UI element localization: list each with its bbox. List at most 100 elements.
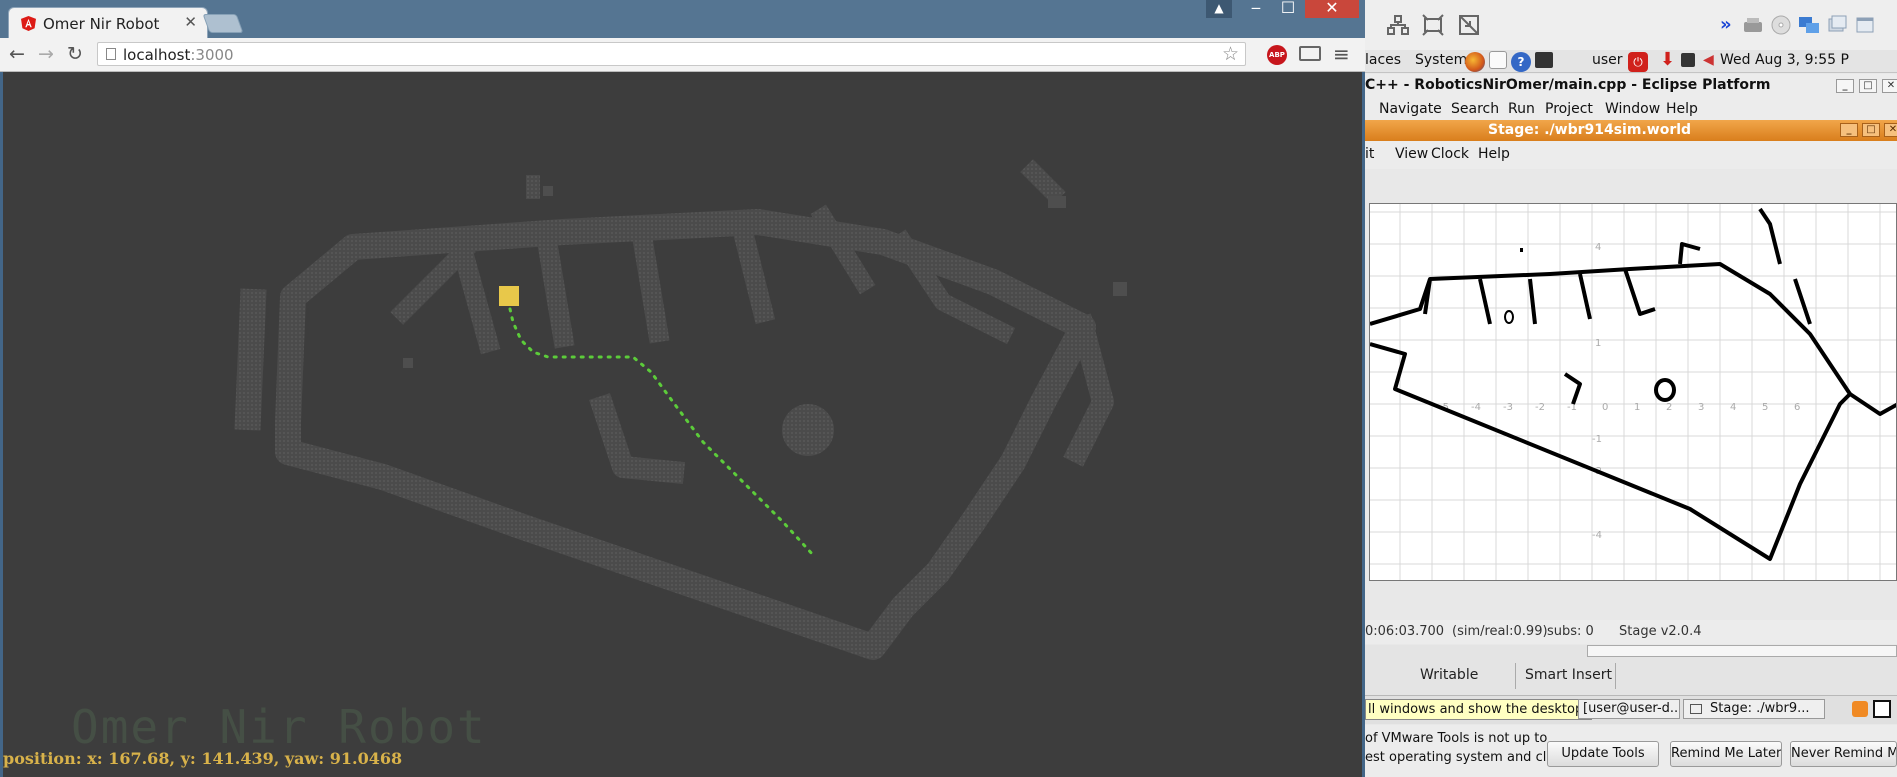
adblock-plus-icon[interactable]: ABP	[1267, 45, 1287, 65]
show-desktop-icon[interactable]	[1873, 700, 1891, 718]
y-tick-label: 4	[1595, 242, 1601, 253]
remind-later-button[interactable]: Remind Me Later	[1670, 741, 1782, 767]
stage-menu-clock[interactable]: Clock	[1431, 146, 1469, 162]
y-tick-label: -1	[1592, 434, 1602, 445]
profile-icon[interactable]: ▲	[1206, 0, 1232, 18]
menu-navigate[interactable]: Navigate	[1379, 101, 1442, 117]
vmware-message-line2: est operating system and click	[1365, 750, 1565, 765]
stage-version: Stage v2.0.4	[1619, 624, 1702, 639]
browser-toolbar: ← → ↻ localhost:3000 ☆ ABP ≡	[0, 38, 1365, 72]
menu-help[interactable]: Help	[1666, 101, 1698, 117]
status-insert-mode: Smart Insert	[1525, 667, 1612, 683]
chrome-menu-icon[interactable]: ≡	[1333, 42, 1350, 66]
eclipse-close-button[interactable]: ✕	[1882, 79, 1897, 93]
never-remind-button[interactable]: Never Remind Me	[1790, 741, 1897, 767]
forward-arrow-icon[interactable]: →	[38, 43, 54, 65]
stage-world-walls	[1370, 207, 1896, 561]
reload-icon[interactable]: ↻	[67, 43, 83, 65]
chrome-window: Omer Nir Robot ✕ ▲ ‒ ☐ ✕ ← → ↻ localhost…	[0, 0, 1365, 777]
cast-icon[interactable]	[1299, 46, 1321, 61]
stage-close-button[interactable]: ✕	[1884, 123, 1897, 137]
menu-run[interactable]: Run	[1508, 101, 1535, 117]
x-tick-label: -3	[1503, 402, 1513, 413]
places-menu[interactable]: laces	[1365, 52, 1401, 68]
vmware-message: of VMware Tools is not up to est operati…	[1365, 729, 1565, 767]
status-writable: Writable	[1420, 667, 1479, 683]
subs-count: subs: 0	[1547, 624, 1594, 639]
user-label[interactable]: user	[1592, 52, 1623, 68]
fullscreen-icon[interactable]	[1422, 14, 1444, 36]
minimize-button[interactable]: ‒	[1242, 0, 1270, 18]
vmware-tools-icon[interactable]	[1852, 701, 1868, 717]
linux-desktop: » laces System ? user ⏻ ⬇ ◀ Wed Aug 3, 9…	[1365, 0, 1897, 777]
window-stack-icon[interactable]	[1826, 14, 1848, 36]
x-tick-label: 4	[1730, 402, 1736, 413]
x-tick-label: 1	[1634, 402, 1640, 413]
unity-icon[interactable]	[1458, 14, 1480, 36]
taskbar-stage[interactable]: Stage: ./wbr9...	[1683, 699, 1825, 719]
tab-close-icon[interactable]: ✕	[184, 13, 197, 31]
double-chevron-icon[interactable]: »	[1720, 14, 1732, 35]
map-round-obstacle	[782, 404, 834, 456]
tab-strip: Omer Nir Robot ✕ ▲ ‒ ☐ ✕	[0, 0, 1365, 38]
x-tick-label: 2	[1666, 402, 1672, 413]
stage-menu-help[interactable]: Help	[1478, 146, 1510, 162]
network-icon[interactable]	[1387, 14, 1409, 36]
back-arrow-icon[interactable]: ←	[9, 43, 25, 65]
browser-tab[interactable]: Omer Nir Robot ✕	[8, 7, 208, 38]
clock[interactable]: Wed Aug 3, 9:55 P	[1720, 52, 1849, 68]
eclipse-minimize-button[interactable]: _	[1836, 79, 1854, 93]
menu-window[interactable]: Window	[1605, 101, 1660, 117]
x-tick-label: -2	[1535, 402, 1545, 413]
robot-marker	[499, 286, 519, 306]
address-bar[interactable]: localhost:3000 ☆	[97, 42, 1246, 66]
volume-icon[interactable]: ◀	[1703, 52, 1714, 68]
x-tick-label: -1	[1567, 402, 1577, 413]
robot-position-readout: position: x: 167.68, y: 141.439, yaw: 91…	[3, 749, 403, 768]
stage-axis-labels: -5 -4 -3 -2 -1 0 1 2 3 4 5 6 4 1 -1 -2 -…	[1439, 242, 1800, 541]
network-status-icon[interactable]	[1681, 53, 1695, 67]
update-arrow-icon[interactable]: ⬇	[1660, 49, 1675, 70]
window-icon[interactable]	[1854, 14, 1876, 36]
page-icon	[106, 48, 116, 60]
update-tools-button[interactable]: Update Tools	[1547, 741, 1659, 767]
power-icon[interactable]: ⏻	[1628, 52, 1648, 72]
screens-icon[interactable]	[1798, 14, 1820, 36]
new-tab-button[interactable]	[202, 14, 244, 33]
window-icon	[1690, 704, 1702, 714]
firefox-icon[interactable]	[1465, 52, 1485, 72]
quick-launch-bar: »	[1365, 0, 1897, 50]
stage-world-view[interactable]: -5 -4 -3 -2 -1 0 1 2 3 4 5 6 4 1 -1 -2 -…	[1369, 203, 1897, 581]
url-text: localhost:3000	[123, 46, 234, 64]
horizontal-scrollbar[interactable]	[1587, 645, 1897, 657]
stage-menu-edit[interactable]: it	[1365, 146, 1374, 162]
map-walls	[234, 159, 1114, 660]
show-desktop-tooltip: ll windows and show the desktop.	[1365, 699, 1593, 720]
stage-menu-view[interactable]: View	[1395, 146, 1428, 162]
maximize-button[interactable]: ☐	[1274, 0, 1302, 18]
stage-minimize-button[interactable]: _	[1840, 123, 1858, 137]
menu-project[interactable]: Project	[1545, 101, 1593, 117]
x-tick-label: 6	[1794, 402, 1800, 413]
eclipse-titlebar: C++ - RoboticsNirOmer/main.cpp - Eclipse…	[1365, 74, 1897, 98]
help-icon[interactable]: ?	[1511, 52, 1531, 72]
y-tick-label: 1	[1595, 338, 1601, 349]
stage-titlebar: Stage: ./wbr914sim.world _ □ ✕	[1365, 120, 1897, 141]
terminal-icon[interactable]	[1535, 52, 1553, 68]
system-menu[interactable]: System	[1415, 52, 1467, 68]
eclipse-maximize-button[interactable]: □	[1859, 79, 1877, 93]
taskbar-terminal[interactable]: [user@user-d...	[1578, 699, 1680, 719]
menu-search[interactable]: Search	[1451, 101, 1499, 117]
disc-icon[interactable]	[1770, 14, 1792, 36]
stage-window-title: Stage: ./wbr914sim.world	[1488, 122, 1692, 138]
vmware-tools-notice: of VMware Tools is not up to est operati…	[1365, 725, 1897, 777]
drive-icon[interactable]	[1742, 14, 1764, 36]
stage-maximize-button[interactable]: □	[1862, 123, 1880, 137]
close-window-button[interactable]: ✕	[1305, 0, 1359, 18]
bookmark-star-icon[interactable]: ☆	[1222, 43, 1239, 65]
mail-icon[interactable]	[1489, 51, 1507, 69]
x-tick-label: 3	[1698, 402, 1704, 413]
taskbar-stage-label: Stage: ./wbr9...	[1710, 701, 1810, 716]
stage-menubar: it View Clock Help	[1365, 141, 1897, 169]
x-tick-label: -4	[1471, 402, 1481, 413]
